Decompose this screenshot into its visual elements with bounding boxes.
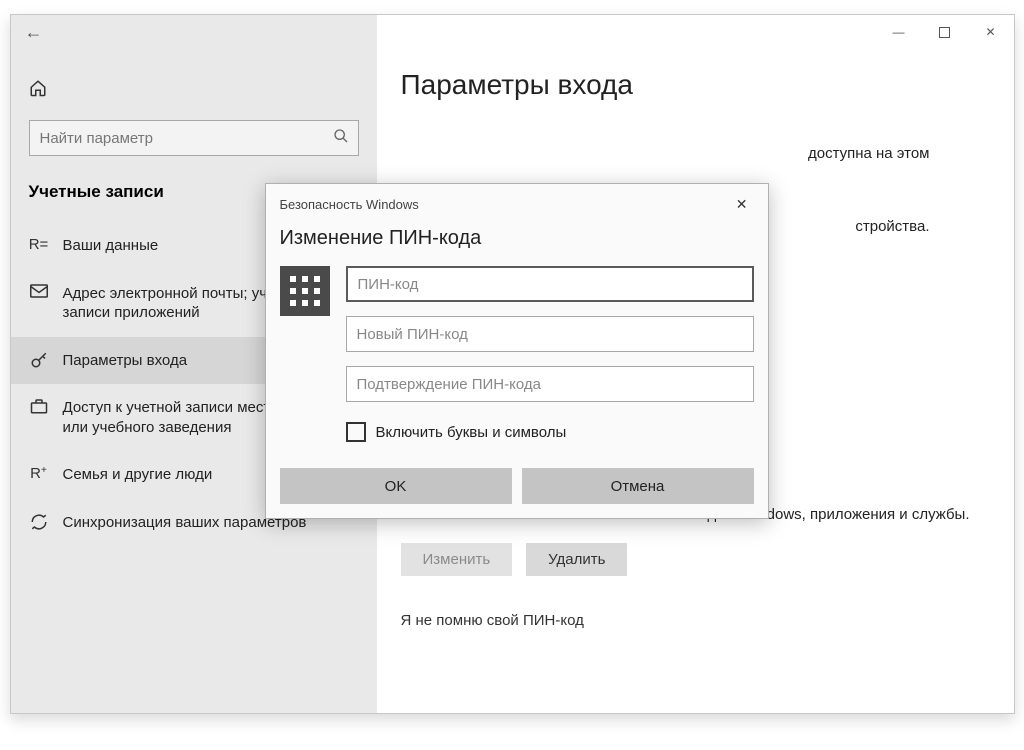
- keypad-icon: [280, 266, 330, 316]
- dialog-body: [266, 266, 768, 420]
- pin-fields: [346, 266, 754, 402]
- dialog-header: Безопасность Windows ✕: [266, 184, 768, 221]
- ok-button[interactable]: OK: [280, 468, 512, 504]
- sidebar-item-label: Семья и другие люди: [63, 465, 213, 485]
- sidebar-item-label: Параметры входа: [63, 351, 188, 371]
- person-card-icon: R=: [29, 236, 49, 253]
- include-letters-label: Включить буквы и символы: [376, 424, 567, 441]
- dialog-title: Изменение ПИН-кода: [266, 221, 768, 266]
- include-letters-row: Включить буквы и символы: [266, 420, 768, 468]
- mail-icon: [29, 284, 49, 298]
- window-controls: — ✕: [377, 15, 1014, 49]
- search-icon[interactable]: [333, 128, 349, 149]
- include-letters-checkbox[interactable]: [346, 422, 366, 442]
- close-button[interactable]: ✕: [968, 15, 1014, 49]
- home-row: [11, 49, 377, 120]
- sync-icon: [29, 513, 49, 531]
- home-icon[interactable]: [29, 84, 47, 101]
- dialog-buttons: OK Отмена: [266, 468, 768, 518]
- dialog-close-icon[interactable]: ✕: [728, 192, 756, 217]
- forgot-pin-link[interactable]: Я не помню свой ПИН-код: [401, 612, 990, 629]
- settings-window: ← Учетные записи R= Ваши данные Адрес эл…: [10, 14, 1015, 714]
- key-icon: [29, 351, 49, 369]
- pin-action-row: Изменить Удалить: [401, 543, 990, 576]
- sidebar-item-label: Ваши данные: [63, 236, 159, 256]
- change-pin-button[interactable]: Изменить: [401, 543, 513, 576]
- delete-pin-button[interactable]: Удалить: [526, 543, 627, 576]
- current-pin-input[interactable]: [346, 266, 754, 302]
- maximize-button[interactable]: [922, 15, 968, 49]
- new-pin-input[interactable]: [346, 316, 754, 352]
- hello-available-text: доступна на этом: [401, 143, 990, 166]
- search-input[interactable]: [29, 120, 359, 156]
- people-icon: R+: [29, 465, 49, 482]
- dialog-header-title: Безопасность Windows: [280, 197, 419, 212]
- minimize-button[interactable]: —: [876, 15, 922, 49]
- cancel-button[interactable]: Отмена: [522, 468, 754, 504]
- windows-security-dialog: Безопасность Windows ✕ Изменение ПИН-код…: [265, 183, 769, 519]
- titlebar-left: ←: [11, 15, 377, 49]
- search-wrap: [29, 120, 359, 156]
- briefcase-icon: [29, 398, 49, 414]
- confirm-pin-input[interactable]: [346, 366, 754, 402]
- back-icon[interactable]: ←: [25, 22, 43, 43]
- page-title: Параметры входа: [401, 69, 990, 101]
